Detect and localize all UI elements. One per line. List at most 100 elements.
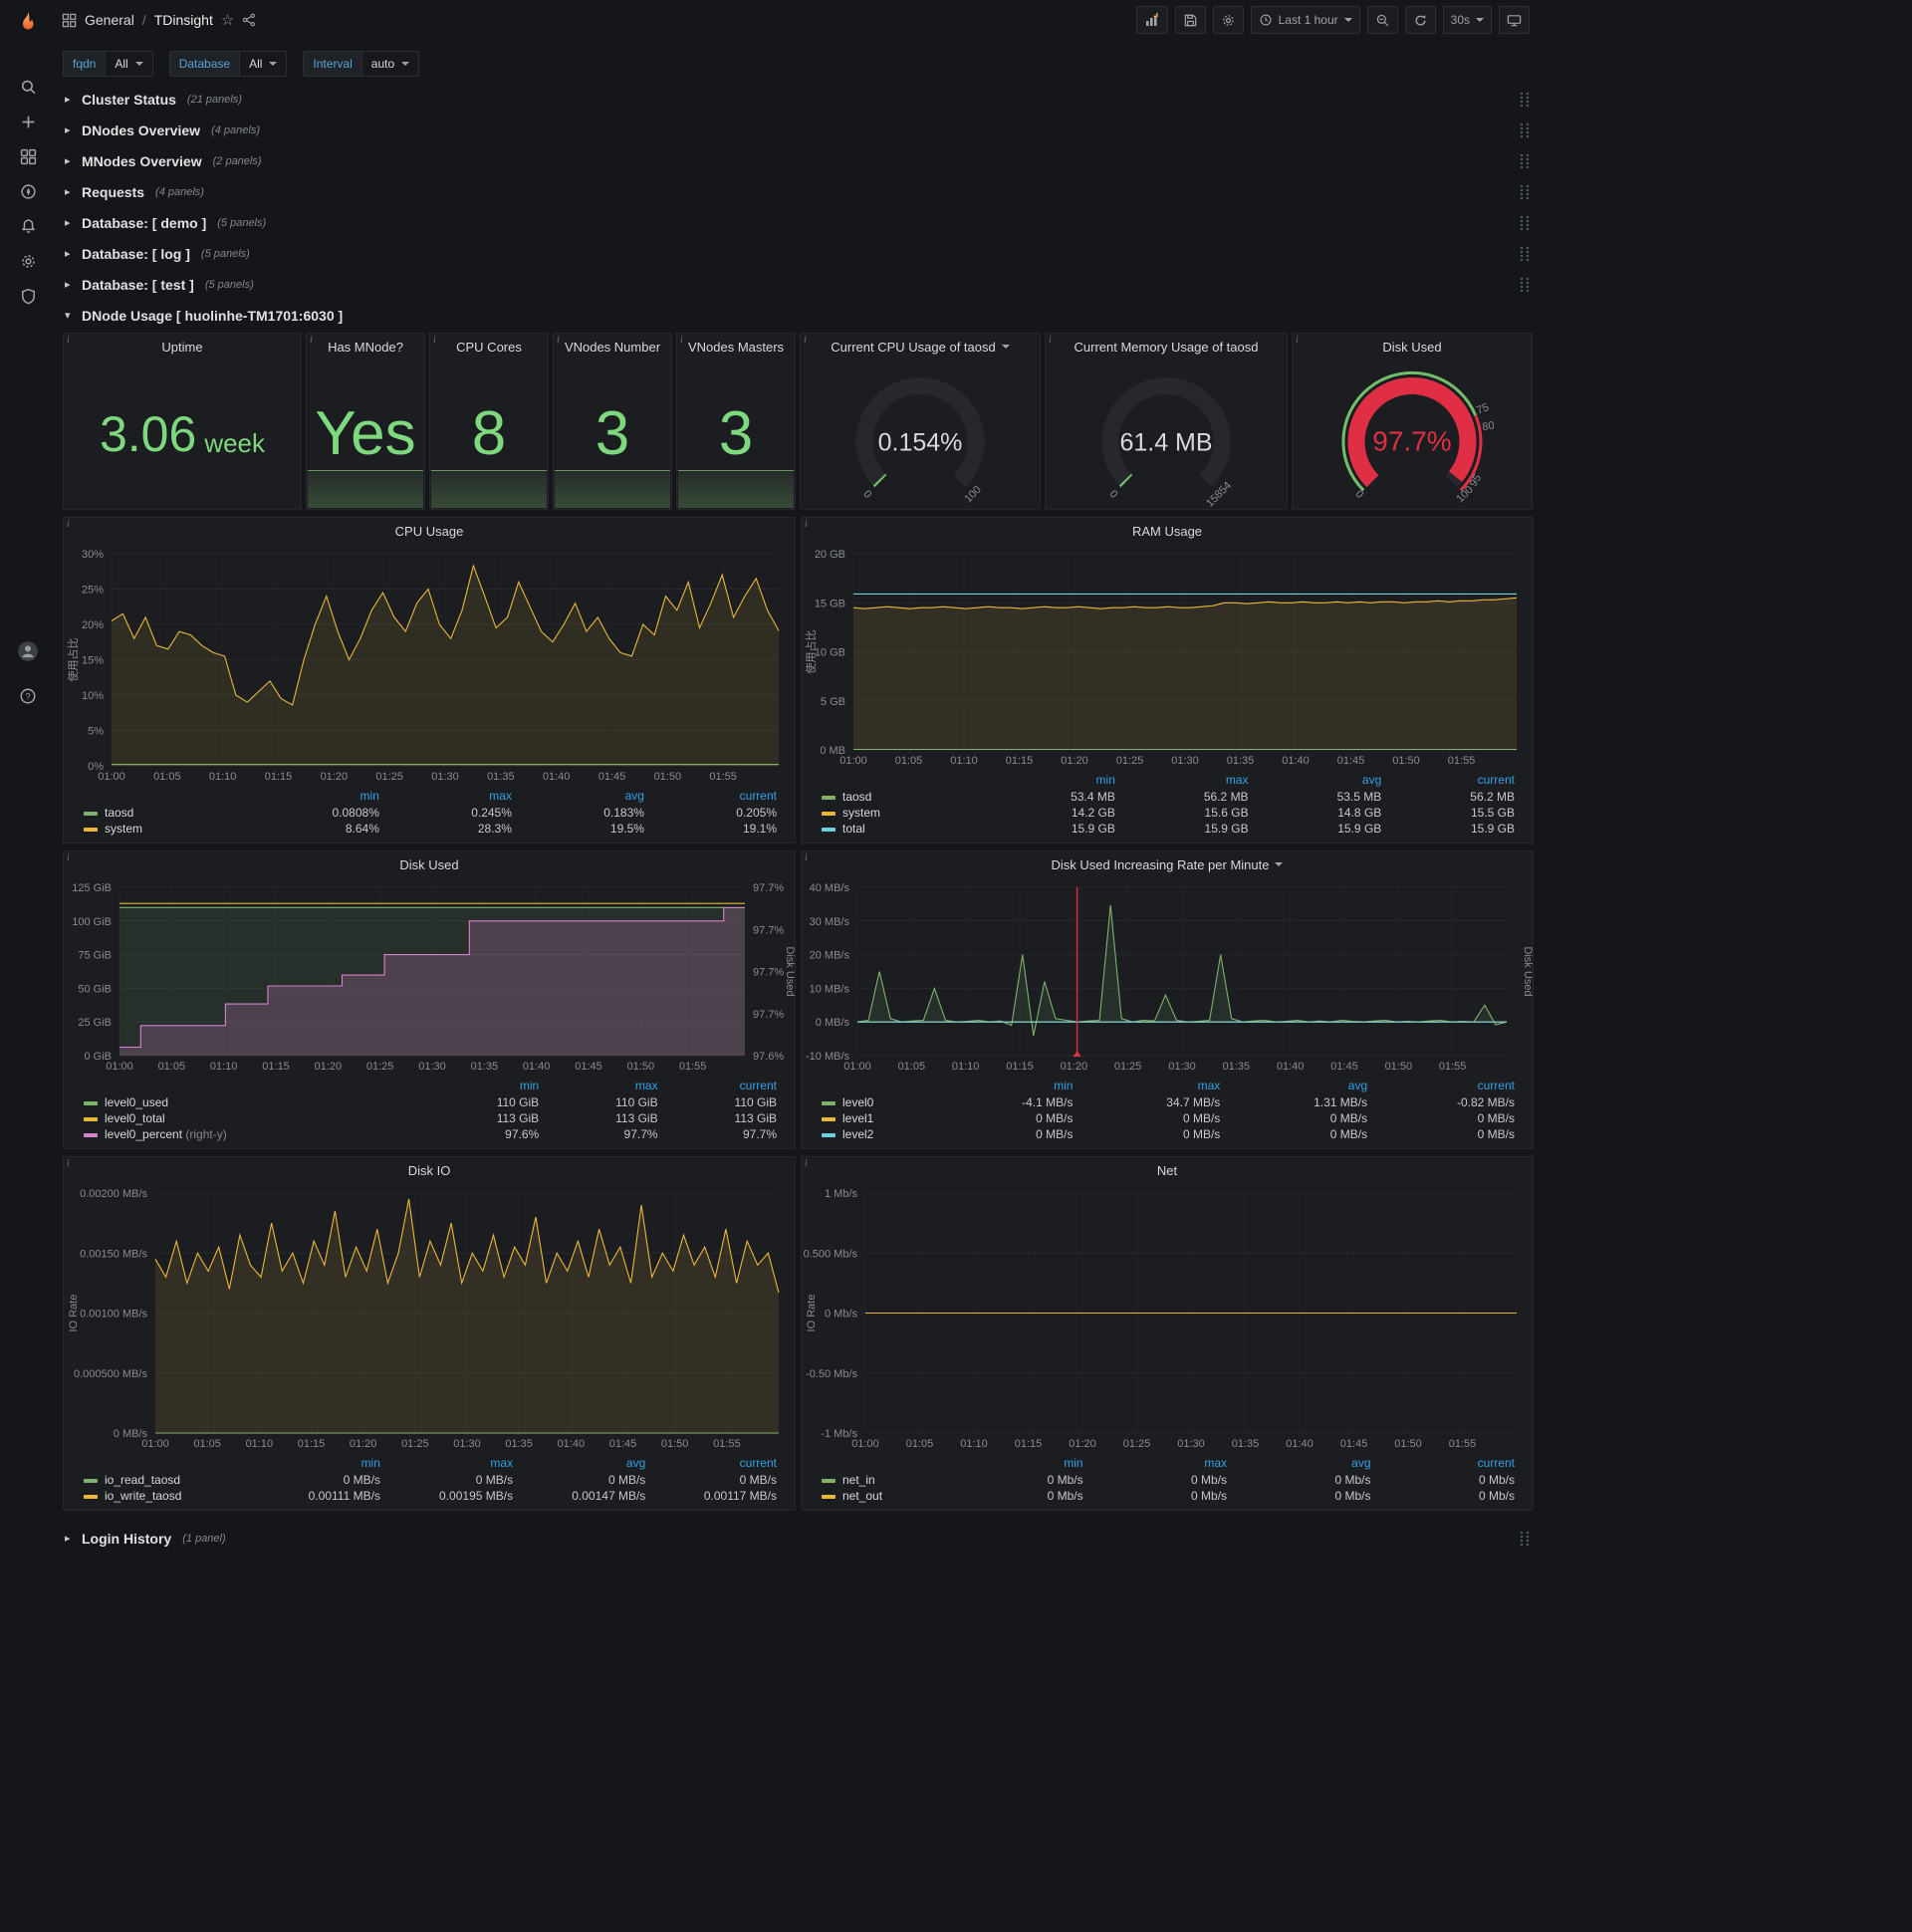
variable-fqdn-value[interactable]: All — [105, 51, 153, 77]
variable-interval-value[interactable]: auto — [360, 51, 420, 77]
legend-series-level2[interactable]: level2 — [816, 1126, 926, 1142]
panel-menu-caret-icon[interactable] — [1001, 345, 1010, 349]
legend-col-min[interactable]: min — [251, 1455, 380, 1472]
panel-title[interactable]: Disk IO — [408, 1163, 451, 1178]
disk-io-chart[interactable]: 01:00 01:05 01:10 01:15 01:20 01:25 01:30 01:35… — [64, 1183, 795, 1453]
legend-series-net_out[interactable]: net_out — [816, 1488, 939, 1504]
panel-vnodes-masters[interactable]: VNodes Masters 3 — [676, 333, 796, 510]
panel-info-icon[interactable] — [804, 335, 818, 349]
legend-col-min[interactable]: min — [982, 772, 1115, 789]
panel-info-icon[interactable] — [1296, 335, 1310, 349]
panel-title[interactable]: VNodes Masters — [688, 340, 784, 355]
panel-title[interactable]: RAM Usage — [1132, 524, 1202, 539]
panel-title[interactable]: Uptime — [161, 340, 202, 355]
net-chart-svg[interactable]: 01:00 01:05 01:10 01:15 01:20 01:25 01:30 01:35… — [802, 1183, 1533, 1453]
panel-title[interactable]: VNodes Number — [565, 340, 660, 355]
legend-col-current[interactable]: current — [658, 1078, 777, 1094]
legend-series-system[interactable]: system — [78, 821, 243, 837]
row-title[interactable]: DNode Usage [ huolinhe-TM1701:6030 ] — [82, 308, 343, 324]
add-panel-button[interactable] — [1135, 6, 1168, 34]
panel-info-icon[interactable] — [67, 519, 81, 533]
disk-rate-chart[interactable]: 01:00 01:05 01:10 01:15 01:20 01:25 01:30 01:35… — [802, 877, 1533, 1076]
legend-col-current[interactable]: current — [1367, 1078, 1515, 1094]
panel-info-icon[interactable] — [805, 852, 819, 866]
ram-chart-svg[interactable]: 01:00 01:05 01:10 01:15 01:20 01:25 01:30 01:35… — [802, 544, 1533, 770]
alerting-bell-icon[interactable] — [0, 209, 56, 244]
panel-disk-used-gauge[interactable]: Disk Used 0 75 80 95100 97.7% — [1292, 333, 1533, 510]
legend-col-current[interactable]: current — [644, 788, 777, 805]
row-drag-handle-icon[interactable] — [1519, 92, 1531, 108]
create-plus-icon[interactable] — [0, 105, 56, 139]
panel-cpu-cores[interactable]: CPU Cores 8 — [429, 333, 549, 510]
panel-info-icon[interactable] — [433, 335, 447, 349]
row-title[interactable]: MNodes Overview — [82, 153, 202, 169]
legend-col-avg[interactable]: avg — [1249, 772, 1381, 789]
disk-used-chart[interactable]: 01:00 01:05 01:10 01:15 01:20 01:25 01:30 01:35… — [64, 877, 795, 1076]
row-title[interactable]: Requests — [82, 184, 144, 200]
net-chart[interactable]: 01:00 01:05 01:10 01:15 01:20 01:25 01:30 01:35… — [802, 1183, 1533, 1453]
legend-series-level0_total[interactable]: level0_total — [78, 1110, 420, 1126]
search-icon[interactable] — [0, 70, 56, 105]
legend-series-level1[interactable]: level1 — [816, 1110, 926, 1126]
legend-series-io_write_taosd[interactable]: io_write_taosd — [78, 1488, 251, 1504]
row-database-test[interactable]: Database: [ test ] (5 panels) — [63, 269, 1537, 300]
legend-series-level0_used[interactable]: level0_used — [78, 1094, 420, 1110]
legend-series-taosd[interactable]: taosd — [78, 805, 243, 821]
legend-col-max[interactable]: max — [539, 1078, 658, 1094]
panel-info-icon[interactable] — [680, 335, 694, 349]
row-title[interactable]: Database: [ test ] — [82, 277, 194, 293]
row-title[interactable]: Database: [ demo ] — [82, 215, 206, 231]
legend-col-avg[interactable]: avg — [1227, 1455, 1370, 1472]
panel-current-memory-usage-gauge[interactable]: Current Memory Usage of taosd 01585461.4… — [1045, 333, 1288, 510]
panel-info-icon[interactable] — [310, 335, 324, 349]
help-icon[interactable]: ? — [0, 678, 56, 713]
legend-col-current[interactable]: current — [1371, 1455, 1515, 1472]
panel-has-mnode[interactable]: Has MNode? Yes — [306, 333, 425, 510]
cycle-view-mode-button[interactable] — [1499, 6, 1530, 34]
legend-col-avg[interactable]: avg — [1220, 1078, 1367, 1094]
panel-title[interactable]: CPU Cores — [456, 340, 522, 355]
disk_used-chart-svg[interactable]: 01:00 01:05 01:10 01:15 01:20 01:25 01:30 01:35… — [64, 877, 795, 1076]
panel-uptime[interactable]: Uptime 3.06week — [63, 333, 302, 510]
variable-fqdn[interactable]: fqdn All — [63, 51, 153, 77]
panel-menu-caret-icon[interactable] — [1275, 862, 1284, 866]
panel-info-icon[interactable] — [67, 335, 81, 349]
gauge-svg[interactable]: 0 1585461.4 MB — [1046, 360, 1287, 509]
disk_rate-chart-svg[interactable]: 01:00 01:05 01:10 01:15 01:20 01:25 01:30 01:35… — [802, 877, 1533, 1076]
panel-title[interactable]: CPU Usage — [395, 524, 464, 539]
variable-interval[interactable]: Interval auto — [303, 51, 420, 77]
user-avatar[interactable] — [0, 633, 56, 668]
row-mnodes-overview[interactable]: MNodes Overview (2 panels) — [63, 145, 1537, 176]
legend-col-max[interactable]: max — [1115, 772, 1249, 789]
panel-title[interactable]: Net — [1157, 1163, 1177, 1178]
time-range-picker[interactable]: Last 1 hour — [1250, 6, 1360, 34]
row-title[interactable]: Cluster Status — [82, 92, 176, 108]
legend-series-level0_percent[interactable]: level0_percent (right-y) — [78, 1126, 420, 1142]
row-database-demo[interactable]: Database: [ demo ] (5 panels) — [63, 207, 1537, 238]
breadcrumb-section[interactable]: General — [85, 12, 134, 28]
refresh-interval-picker[interactable]: 30s — [1442, 6, 1492, 34]
panel-info-icon[interactable] — [805, 519, 819, 533]
legend-col-max[interactable]: max — [380, 1455, 513, 1472]
server-admin-shield-icon[interactable] — [0, 279, 56, 314]
legend-col-min[interactable]: min — [420, 1078, 539, 1094]
dashboard-settings-gear-icon[interactable] — [1212, 6, 1244, 34]
ram-usage-chart[interactable]: 01:00 01:05 01:10 01:15 01:20 01:25 01:30 01:35… — [802, 544, 1533, 770]
legend-col-min[interactable]: min — [926, 1078, 1073, 1094]
panel-info-icon[interactable] — [67, 1158, 81, 1172]
panel-title[interactable]: Has MNode? — [328, 340, 403, 355]
row-drag-handle-icon[interactable] — [1519, 246, 1531, 262]
row-dnodes-overview[interactable]: DNodes Overview (4 panels) — [63, 115, 1537, 145]
legend-series-net_in[interactable]: net_in — [816, 1472, 939, 1488]
memory-usage-gauge[interactable]: 0 15854 61.4 MB — [1046, 360, 1287, 509]
legend-col-min[interactable]: min — [939, 1455, 1082, 1472]
legend-col-avg[interactable]: avg — [513, 1455, 645, 1472]
panel-title[interactable]: Current CPU Usage of taosd — [831, 340, 995, 355]
variable-database[interactable]: Database All — [168, 51, 288, 77]
panel-info-icon[interactable] — [1049, 335, 1063, 349]
panel-info-icon[interactable] — [67, 852, 81, 866]
row-drag-handle-icon[interactable] — [1519, 277, 1531, 293]
legend-col-max[interactable]: max — [1073, 1078, 1221, 1094]
star-icon[interactable]: ☆ — [221, 13, 234, 28]
panel-title[interactable]: Disk Used — [1382, 340, 1441, 355]
